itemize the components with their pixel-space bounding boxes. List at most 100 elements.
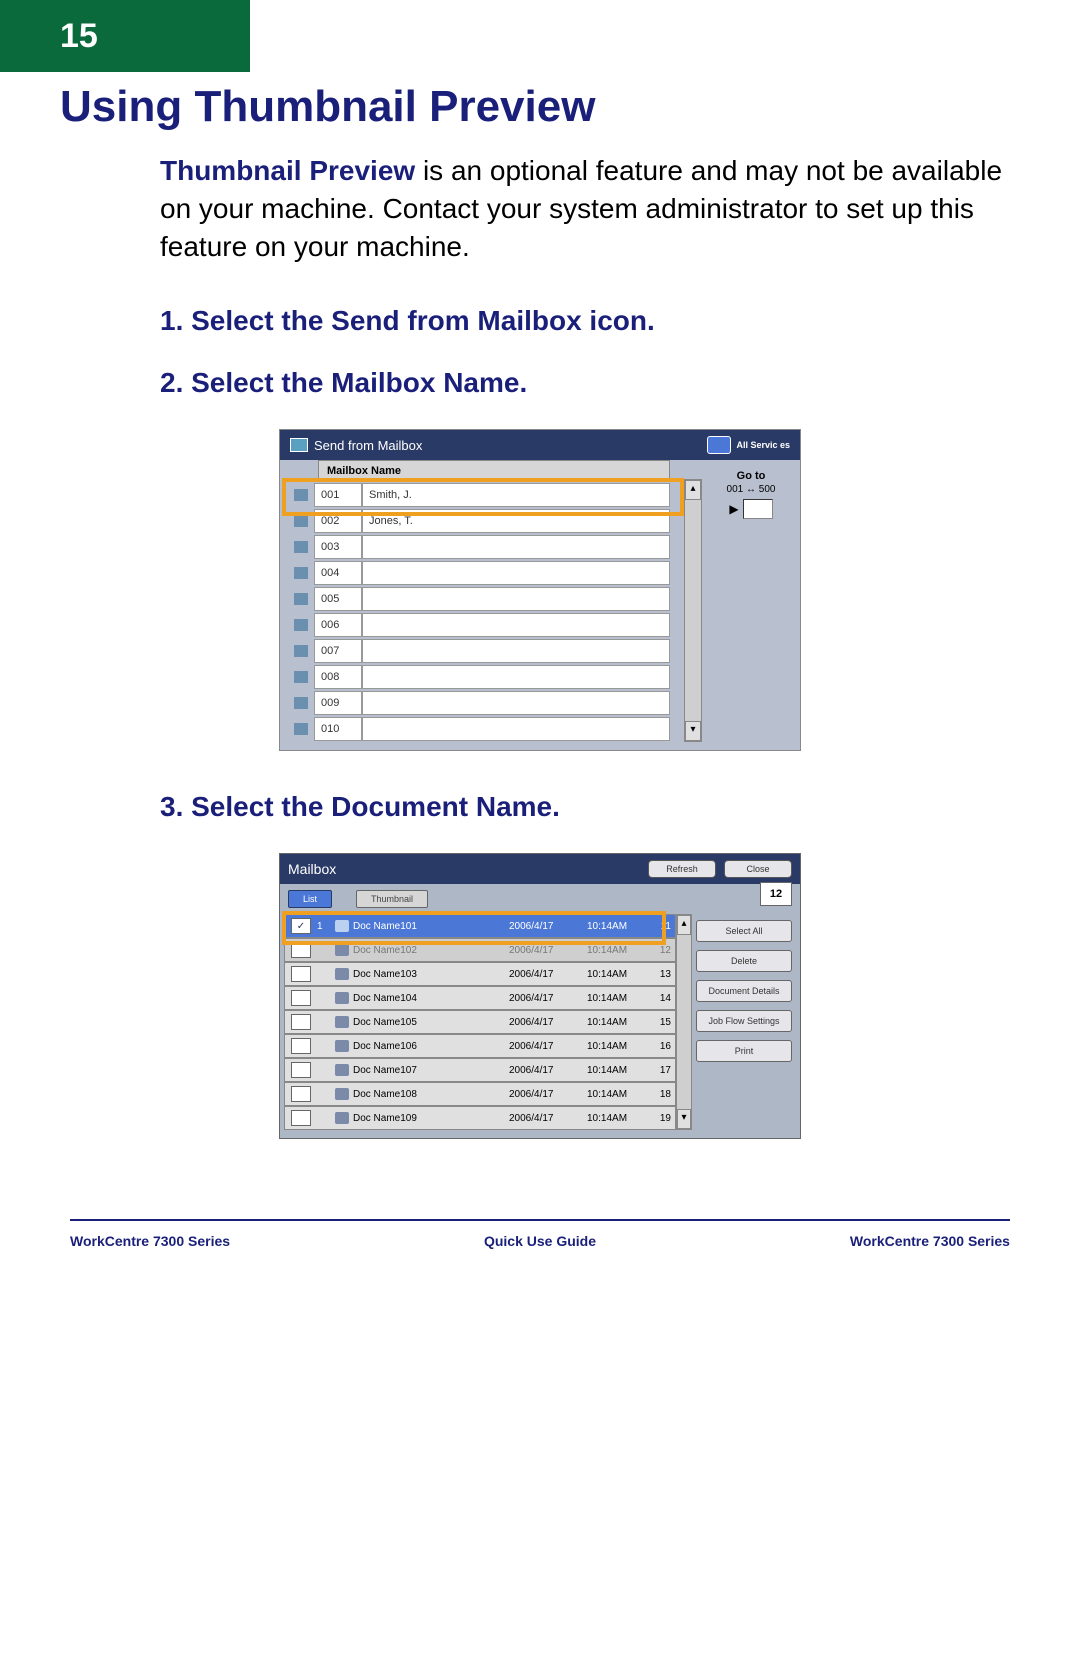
mailbox-name xyxy=(362,587,670,611)
folder-icon xyxy=(294,541,308,553)
mailbox-row[interactable]: 009 xyxy=(280,690,684,716)
footer-left: WorkCentre 7300 Series xyxy=(70,1233,230,1249)
scroll-down-icon[interactable]: ▾ xyxy=(677,1109,691,1129)
checkbox[interactable] xyxy=(291,1038,311,1054)
doc-name: Doc Name101 xyxy=(353,921,509,932)
refresh-button[interactable]: Refresh xyxy=(648,860,716,878)
tab-list[interactable]: List xyxy=(288,890,332,908)
checkbox[interactable]: ✓ xyxy=(291,918,311,934)
document-row[interactable]: Doc Name1052006/4/1710:14AM15 xyxy=(284,1010,676,1034)
mailbox-number: 008 xyxy=(314,665,362,689)
mailbox-list-header: Mailbox Name xyxy=(318,460,670,482)
doc-name: Doc Name102 xyxy=(353,945,509,956)
document-row[interactable]: Doc Name1092006/4/1710:14AM19 xyxy=(284,1106,676,1130)
mailbox-name xyxy=(362,717,670,741)
page-number-tab: 15 xyxy=(0,0,250,72)
doc-count-badge: 12 xyxy=(760,882,792,906)
doc-name: Doc Name106 xyxy=(353,1041,509,1052)
job-flow-settings-button[interactable]: Job Flow Settings xyxy=(696,1010,792,1032)
mailbox-row[interactable]: 008 xyxy=(280,664,684,690)
doc-date: 2006/4/17 xyxy=(509,993,587,1004)
folder-icon xyxy=(294,593,308,605)
checkbox[interactable] xyxy=(291,942,311,958)
document-row[interactable]: ✓1Doc Name1012006/4/1710:14AM11 xyxy=(284,914,676,938)
all-services-icon xyxy=(707,436,731,454)
tab-thumbnail[interactable]: Thumbnail xyxy=(356,890,428,908)
goto-play-icon[interactable]: ▶ xyxy=(729,502,738,516)
doc-number: 18 xyxy=(649,1089,675,1100)
doc-time: 10:14AM xyxy=(587,945,649,956)
checkbox[interactable] xyxy=(291,966,311,982)
document-row[interactable]: Doc Name1072006/4/1710:14AM17 xyxy=(284,1058,676,1082)
doc-date: 2006/4/17 xyxy=(509,1041,587,1052)
folder-icon xyxy=(294,489,308,501)
mailbox-list: Mailbox Name 001Smith, J.002Jones, T.003… xyxy=(280,460,684,742)
all-services-label: All Servic es xyxy=(736,440,790,450)
goto-input[interactable] xyxy=(743,499,773,519)
mailbox-name xyxy=(362,535,670,559)
mailbox-name xyxy=(362,561,670,585)
mailbox-row[interactable]: 004 xyxy=(280,560,684,586)
print-button[interactable]: Print xyxy=(696,1040,792,1062)
scrollbar[interactable]: ▴ ▾ xyxy=(684,479,702,742)
mailbox-row[interactable]: 005 xyxy=(280,586,684,612)
document-row[interactable]: Doc Name1032006/4/1710:14AM13 xyxy=(284,962,676,986)
checkbox[interactable] xyxy=(291,1014,311,1030)
checkbox[interactable] xyxy=(291,990,311,1006)
scroll-down-icon[interactable]: ▾ xyxy=(685,721,701,741)
document-row[interactable]: Doc Name1082006/4/1710:14AM18 xyxy=(284,1082,676,1106)
folder-icon xyxy=(294,723,308,735)
doc-time: 10:14AM xyxy=(587,1041,649,1052)
doc-index: 1 xyxy=(317,921,331,932)
checkbox[interactable] xyxy=(291,1110,311,1126)
all-services-button[interactable]: All Servic es xyxy=(707,436,790,454)
mailbox-name xyxy=(362,613,670,637)
document-row[interactable]: Doc Name1022006/4/1710:14AM12 xyxy=(284,938,676,962)
mailbox-number: 002 xyxy=(314,509,362,533)
scrollbar[interactable]: ▴ ▾ xyxy=(676,914,692,1130)
doc-name: Doc Name109 xyxy=(353,1113,509,1124)
mailbox-number: 007 xyxy=(314,639,362,663)
doc-date: 2006/4/17 xyxy=(509,945,587,956)
step-2: 2. Select the Mailbox Name. xyxy=(160,367,1010,399)
doc-number: 16 xyxy=(649,1041,675,1052)
mailbox-row[interactable]: 001Smith, J. xyxy=(280,482,684,508)
mailbox-row[interactable]: 002Jones, T. xyxy=(280,508,684,534)
checkbox[interactable] xyxy=(291,1062,311,1078)
mailbox-row[interactable]: 003 xyxy=(280,534,684,560)
doc-time: 10:14AM xyxy=(587,921,649,932)
document-row[interactable]: Doc Name1062006/4/1710:14AM16 xyxy=(284,1034,676,1058)
folder-icon xyxy=(294,671,308,683)
scroll-up-icon[interactable]: ▴ xyxy=(685,480,701,500)
doc-number: 15 xyxy=(649,1017,675,1028)
mailbox-row[interactable]: 006 xyxy=(280,612,684,638)
shot1-title: Send from Mailbox xyxy=(314,438,422,453)
document-icon xyxy=(335,944,349,956)
mailbox-number: 009 xyxy=(314,691,362,715)
doc-name: Doc Name104 xyxy=(353,993,509,1004)
document-icon xyxy=(335,1112,349,1124)
checkbox[interactable] xyxy=(291,1086,311,1102)
doc-name: Doc Name103 xyxy=(353,969,509,980)
doc-date: 2006/4/17 xyxy=(509,1065,587,1076)
doc-number: 14 xyxy=(649,993,675,1004)
mailbox-name: Jones, T. xyxy=(362,509,670,533)
mailbox-row[interactable]: 007 xyxy=(280,638,684,664)
footer-right: WorkCentre 7300 Series xyxy=(850,1233,1010,1249)
mailbox-number: 001 xyxy=(314,483,362,507)
delete-button[interactable]: Delete xyxy=(696,950,792,972)
doc-number: 13 xyxy=(649,969,675,980)
close-button[interactable]: Close xyxy=(724,860,792,878)
select-all-button[interactable]: Select All xyxy=(696,920,792,942)
mailbox-row[interactable]: 010 xyxy=(280,716,684,742)
document-details-button[interactable]: Document Details xyxy=(696,980,792,1002)
folder-icon xyxy=(294,619,308,631)
doc-date: 2006/4/17 xyxy=(509,1113,587,1124)
header-bar: 15 xyxy=(0,0,1080,72)
folder-icon xyxy=(294,697,308,709)
document-icon xyxy=(335,992,349,1004)
document-list: ✓1Doc Name1012006/4/1710:14AM11Doc Name1… xyxy=(284,914,676,1130)
scroll-up-icon[interactable]: ▴ xyxy=(677,915,691,935)
document-row[interactable]: Doc Name1042006/4/1710:14AM14 xyxy=(284,986,676,1010)
folder-icon xyxy=(294,645,308,657)
